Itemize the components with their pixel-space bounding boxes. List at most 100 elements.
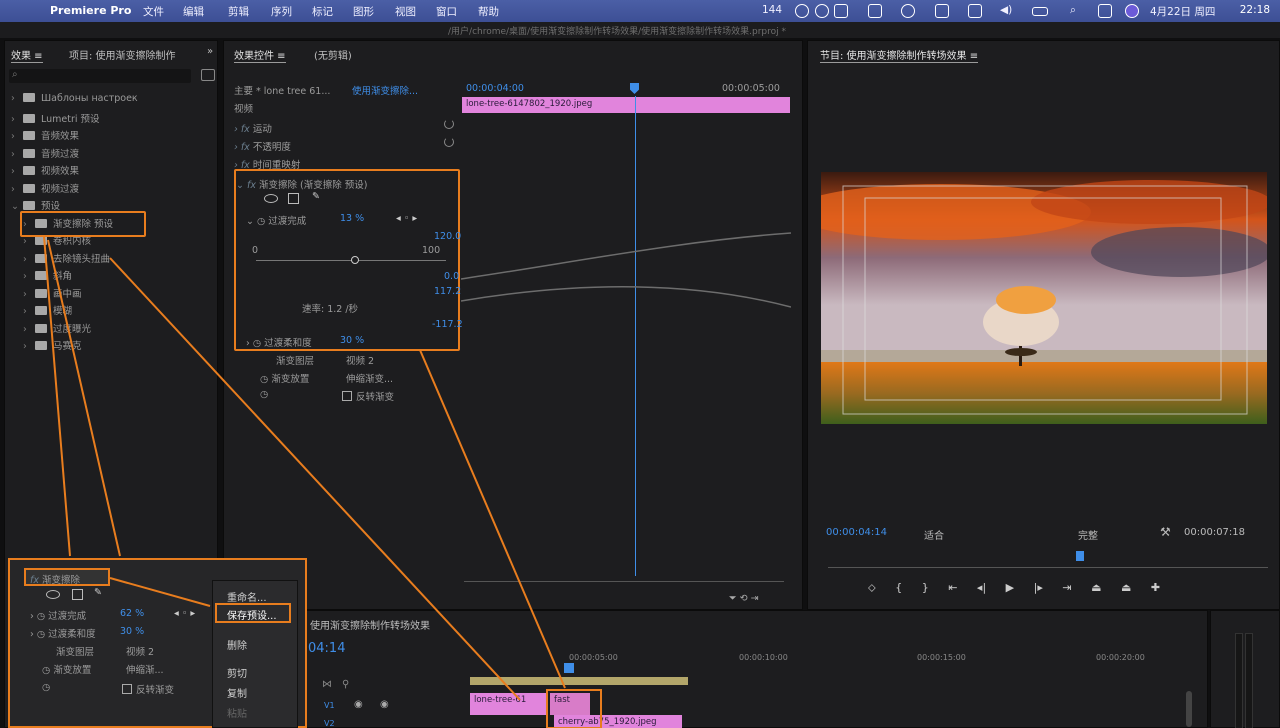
wrench-icon[interactable]: ⚒ [1160,525,1171,539]
mark-out-icon[interactable]: } [922,581,929,594]
expand-arrow-icon[interactable]: › [23,324,35,335]
tree-item[interactable]: › 音频过渡 [11,146,79,162]
menu-delete[interactable]: 删除 [227,637,247,652]
rectangle-mask-icon[interactable] [288,193,299,204]
expand-arrow-icon[interactable]: › [11,184,23,195]
status-icon-3[interactable] [834,4,848,18]
expand-arrow-icon[interactable]: › [11,166,23,177]
timeline-playhead[interactable] [564,663,574,673]
screen-icon[interactable] [968,4,982,18]
bookmark-icon[interactable] [868,4,882,18]
expand-arrow-icon[interactable]: › [23,236,35,247]
expand-arrow-icon[interactable]: › [23,306,35,317]
overlay-row-transition[interactable]: › ◷ 过渡完成 [30,608,86,622]
tree-item[interactable]: › 音频效果 [11,128,79,144]
clip-bar[interactable]: lone-tree-6147802_1920.jpeg [462,97,790,113]
search-icon[interactable]: ⌕ [1070,4,1076,17]
timeline-scrollbar[interactable] [1186,691,1192,727]
tab-project[interactable]: 项目: 使用渐变擦除制作 [69,47,176,62]
reset-icon[interactable] [444,137,454,147]
menu-sequence[interactable]: 序列 [271,4,292,19]
row-transition-completion[interactable]: ⌄ ◷ 过渡完成 [246,213,306,227]
marker-icon[interactable]: ⬦ [868,581,876,594]
export-frame-icon[interactable]: ✚ [1151,581,1160,594]
menu-marker[interactable]: 标记 [312,4,333,19]
menu-cut[interactable]: 剪切 [227,665,247,680]
tree-item[interactable]: › Lumetri 预设 [11,111,100,127]
gradient-layer-dropdown[interactable]: 视频 2 [346,353,374,367]
tree-item[interactable]: › 视频过渡 [11,181,79,197]
snap-icon[interactable]: ⋈ [322,679,332,690]
eye-icon[interactable]: ◉ [354,699,363,710]
track-v1-label[interactable]: V2 [324,719,335,728]
overlay-placement-dropdown[interactable]: 伸缩渐... [126,662,164,676]
timeline-timecode[interactable]: 04:14 [308,641,345,656]
tree-item[interactable]: › 斜角 [23,268,72,284]
mark-in-icon[interactable]: { [895,581,902,594]
tab-program[interactable]: 节目: 使用渐变擦除制作转场效果 ≡ [820,47,979,63]
menu-graphics[interactable]: 图形 [353,4,374,19]
battery-icon[interactable] [1032,7,1048,16]
quality-dropdown[interactable]: 完整 [1078,527,1098,542]
tab-no-clip[interactable]: (无剪辑) [314,47,352,62]
overlay-row-softness[interactable]: › ◷ 过渡柔和度 [30,626,96,640]
menu-view[interactable]: 视图 [395,4,416,19]
linked-icon[interactable]: ⚲ [342,679,349,690]
menu-help[interactable]: 帮助 [478,4,499,19]
menu-clip[interactable]: 剪辑 [228,4,249,19]
menu-rename[interactable]: 重命名... [227,589,267,604]
status-icon-1[interactable] [795,4,809,18]
ellipse-mask-icon[interactable] [46,590,60,599]
program-playhead[interactable] [1076,551,1084,561]
pen-mask-icon[interactable]: ✎ [312,191,320,202]
extract-icon[interactable]: ⏏ [1121,581,1131,594]
stopwatch-icon[interactable]: ◷ [260,389,268,400]
softness-value[interactable]: 30 % [340,335,364,346]
siri-icon[interactable] [1125,4,1139,18]
tab-effect-controls[interactable]: 效果控件 ≡ [234,47,286,63]
grid-icon[interactable] [935,4,949,18]
stopwatch-icon[interactable]: ◷ [42,682,50,693]
program-scrubber[interactable] [828,567,1268,568]
expand-arrow-icon[interactable]: › [11,149,23,160]
zoom-scrollbar[interactable] [464,581,784,582]
invert-checkbox[interactable] [342,391,352,401]
volume-icon[interactable]: ◀) [1000,4,1012,16]
menu-paste[interactable]: 粘贴 [227,705,247,720]
menu-edit[interactable]: 编辑 [183,4,204,19]
pen-mask-icon[interactable]: ✎ [94,587,102,598]
slider-thumb[interactable] [351,256,359,264]
tree-item[interactable]: › 模糊 [23,303,72,319]
effects-search-input[interactable]: ⌕ [9,69,191,83]
expand-arrow-icon[interactable]: › [11,131,23,142]
go-to-out-icon[interactable]: ⇥ [1062,581,1071,594]
overlay-invert-checkbox[interactable] [122,684,132,694]
expand-arrow-icon[interactable]: › [23,341,35,352]
tree-item[interactable]: › Шаблоны настроек [11,93,138,109]
control-center-icon[interactable] [1098,4,1112,18]
tree-item[interactable]: › 视频效果 [11,163,79,179]
transition-value[interactable]: 13 % [340,213,364,224]
overlay-layer-dropdown[interactable]: 视频 2 [126,644,154,658]
menu-window[interactable]: 窗口 [436,4,457,19]
tab-effects[interactable]: 效果 ≡ [11,47,43,63]
sync-icon[interactable] [901,4,915,18]
expand-arrow-icon[interactable]: › [11,93,23,104]
overlay-transition-value[interactable]: 62 % [120,608,144,619]
overlay-softness-value[interactable]: 30 % [120,626,144,637]
lift-icon[interactable]: ⏏ [1091,581,1101,594]
play-icon[interactable]: ▶ [1006,581,1014,594]
rectangle-mask-icon[interactable] [72,589,83,600]
sequence-dropdown[interactable]: 使用渐变擦除... [352,83,418,97]
step-forward-icon[interactable]: |▸ [1034,581,1043,594]
gradient-wipe-item[interactable]: fx 渐变擦除 [24,568,110,586]
row-opacity[interactable]: › fx 不透明度 [234,139,291,153]
row-motion[interactable]: › fx 运动 [234,121,272,135]
work-area-bar[interactable] [470,677,688,685]
playhead-marker[interactable] [630,83,639,94]
expand-arrow-icon[interactable]: › [23,271,35,282]
fit-dropdown[interactable]: 适合 [924,527,944,542]
row-gradient-wipe[interactable]: ⌄ fx 渐变擦除 (渐变擦除 预设) [236,177,367,191]
step-back-icon[interactable]: ◂| [977,581,986,594]
tree-item[interactable]: › 去除镜头扭曲 [23,251,110,267]
